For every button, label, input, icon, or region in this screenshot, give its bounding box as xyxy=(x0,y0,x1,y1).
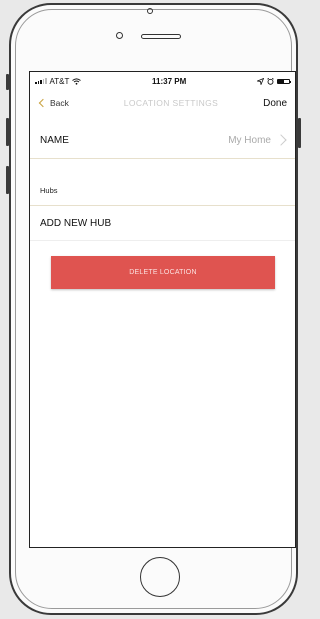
page-title: LOCATION SETTINGS xyxy=(123,98,219,108)
status-right xyxy=(256,77,291,85)
chevron-left-icon xyxy=(38,98,48,108)
alarm-icon xyxy=(267,77,274,85)
done-button[interactable]: Done xyxy=(263,98,287,109)
add-new-hub-row[interactable]: ADD NEW HUB xyxy=(30,206,295,241)
name-value-group: My Home xyxy=(228,134,287,146)
status-bar: AT&T 11:37 PM xyxy=(30,72,295,90)
status-left: AT&T xyxy=(35,76,82,86)
screen: AT&T 11:37 PM Back LOCATION SETTINGS Don xyxy=(29,71,296,548)
signal-icon xyxy=(35,78,47,84)
delete-location-button[interactable]: DELETE LOCATION xyxy=(51,256,275,289)
wifi-icon xyxy=(72,77,82,85)
chevron-right-icon xyxy=(275,134,287,146)
power-button xyxy=(298,118,301,148)
volume-up-button xyxy=(6,118,9,146)
proximity-sensor xyxy=(147,8,153,14)
name-row[interactable]: NAME My Home xyxy=(30,122,295,159)
hubs-section-header: Hubs xyxy=(30,175,295,206)
status-time: 11:37 PM xyxy=(152,76,187,86)
mute-switch xyxy=(6,74,9,90)
volume-down-button xyxy=(6,166,9,194)
earpiece-speaker xyxy=(141,34,181,39)
back-label: Back xyxy=(50,98,69,108)
back-button[interactable]: Back xyxy=(38,98,69,108)
battery-icon xyxy=(276,78,291,84)
location-arrow-icon xyxy=(256,77,264,85)
home-button[interactable] xyxy=(140,557,180,597)
front-camera xyxy=(116,32,123,39)
name-label: NAME xyxy=(40,134,69,146)
carrier-label: AT&T xyxy=(49,76,70,86)
nav-bar: Back LOCATION SETTINGS Done xyxy=(30,90,295,116)
name-value: My Home xyxy=(228,134,271,146)
